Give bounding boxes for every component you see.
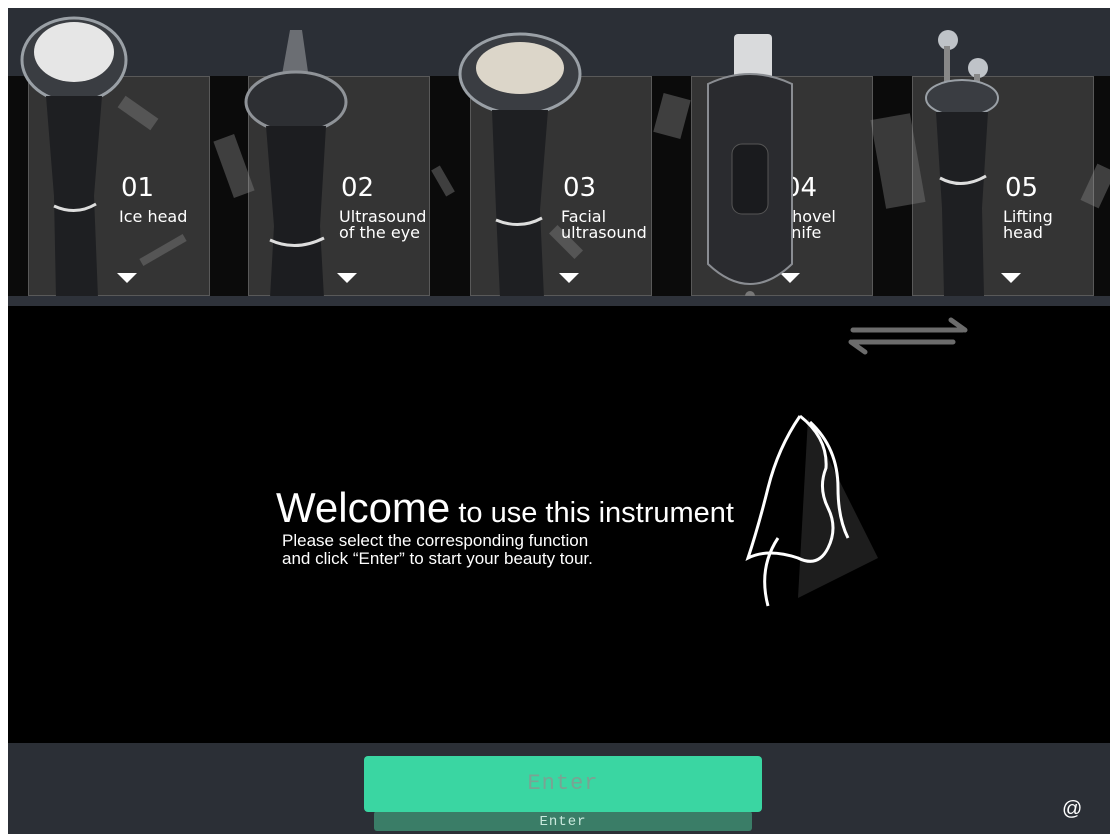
carousel-divider <box>8 296 1110 306</box>
welcome-heading: Welcome to use this instrument <box>276 484 734 531</box>
welcome-subtitle: Please select the corresponding function… <box>282 531 593 568</box>
swipe-arrows-icon[interactable] <box>843 316 973 356</box>
card-number: 05 <box>1005 173 1039 203</box>
ice-head-device-icon <box>20 16 128 298</box>
face-outline-icon <box>745 414 878 607</box>
eye-ultrasound-device-icon <box>244 30 348 298</box>
card-label: Lifting head <box>1003 207 1053 242</box>
enter-button-shadow: Enter <box>374 811 752 831</box>
card-label: Ultrasound of the eye <box>339 207 427 242</box>
app-screen: 01 Ice head 02 Ultrasound of the eye 03 … <box>8 8 1110 834</box>
shovel-knife-device-icon <box>707 34 793 301</box>
at-symbol[interactable]: @ <box>1062 798 1082 821</box>
enter-button[interactable]: Enter <box>364 756 762 812</box>
facial-ultrasound-device-icon <box>458 32 582 298</box>
lifting-head-device-icon <box>925 30 999 296</box>
